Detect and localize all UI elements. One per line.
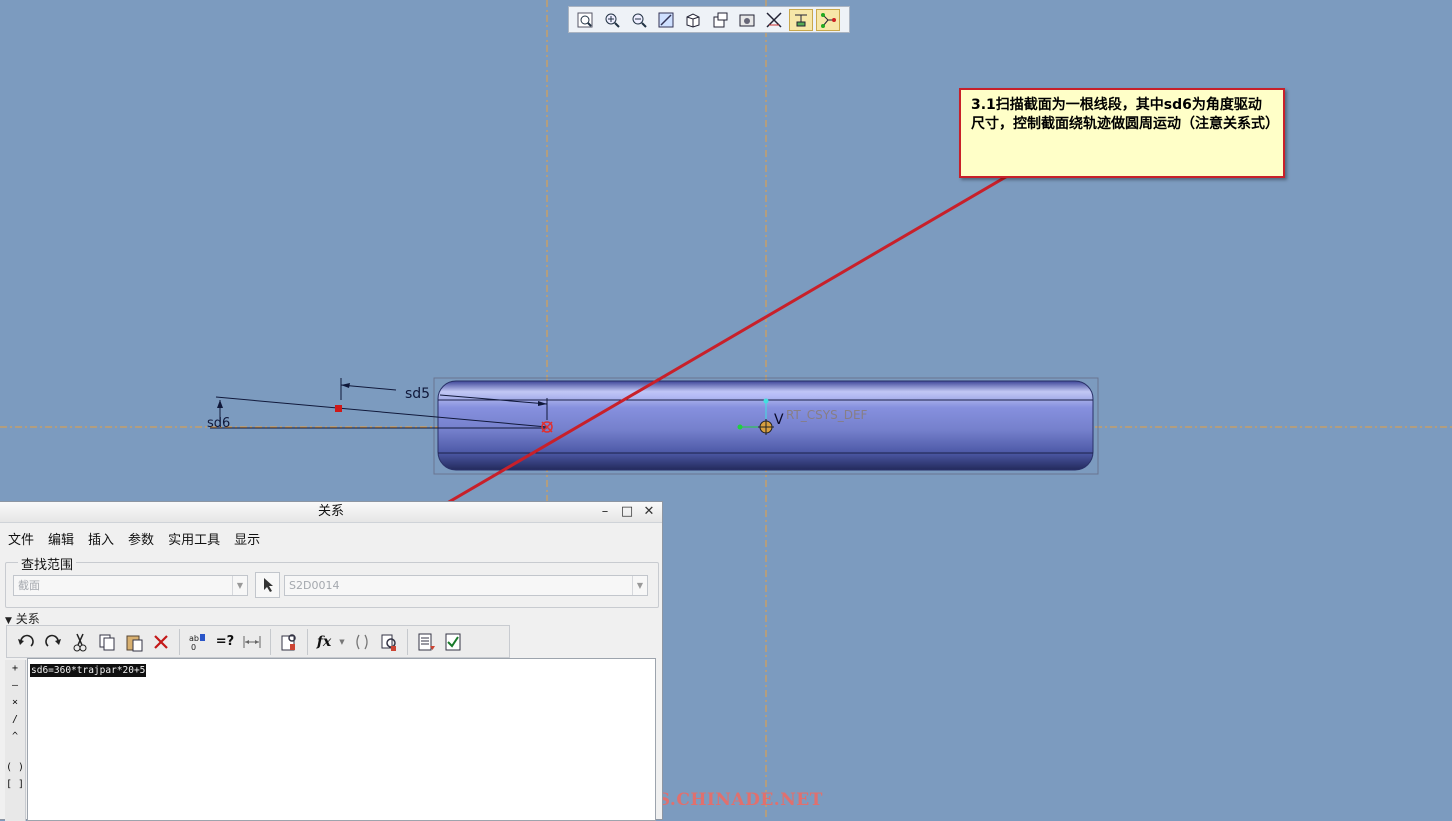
scope-type-select[interactable]: 截面 ▼ (13, 575, 248, 596)
select-object-button[interactable] (255, 572, 280, 598)
csys-y-end (763, 398, 769, 404)
verify-label: =? (215, 634, 235, 649)
svg-text:ab: ab (189, 634, 199, 643)
zoom-in-icon[interactable] (600, 9, 624, 31)
menu-utilities[interactable]: 实用工具 (168, 529, 220, 548)
dialog-menubar: 文件 编辑 插入 参数 实用工具 显示 (0, 523, 662, 553)
operator-parentheses-button[interactable]: ( ) (6, 759, 24, 776)
toolbar-separator (270, 628, 271, 655)
menu-insert[interactable]: 插入 (88, 529, 114, 548)
toolbar-separator (307, 628, 308, 655)
view-toolbar (568, 6, 850, 33)
verify-relations-icon[interactable] (440, 629, 466, 655)
minimize-button[interactable]: – (598, 502, 612, 522)
relations-toolbar: ab 0 =? fx ▼ (6, 625, 510, 658)
paste-icon[interactable] (121, 629, 147, 655)
csys-x-end (737, 424, 743, 430)
annotation-callout: 3.1扫描截面为一根线段，其中sd6为角度驱动尺寸，控制截面绕轨迹做圆周运动（注… (959, 88, 1285, 178)
dialog-title-bar[interactable]: 关系 – □ ✕ (0, 502, 662, 523)
cut-icon[interactable] (67, 629, 93, 655)
datum-display-icon[interactable] (762, 9, 786, 31)
relations-section-label: 关系 (15, 612, 40, 626)
chevron-down-icon: ▼ (632, 576, 647, 595)
local-params-icon[interactable] (276, 629, 302, 655)
close-button[interactable]: ✕ (642, 502, 656, 522)
unit-sensitivity-icon[interactable] (239, 629, 265, 655)
chevron-down-icon[interactable]: ▼ (336, 629, 348, 655)
scope-object-select[interactable]: S2D0014 ▼ (284, 575, 648, 596)
delete-icon[interactable] (148, 629, 174, 655)
relation-line[interactable]: sd6=360*trajpar*20+5 (30, 664, 147, 677)
cursor-arrow-icon (263, 578, 273, 592)
operator-divide-button[interactable]: / (12, 711, 18, 728)
graphics-area[interactable]: sd5 sd6 V RT_CSYS_DEF 3.1扫描截面为一根线段，其中sd6… (0, 0, 1452, 821)
parentheses-icon[interactable] (349, 629, 375, 655)
scope-object-value: S2D0014 (289, 579, 340, 592)
copy-icon[interactable] (94, 629, 120, 655)
undo-icon[interactable] (13, 629, 39, 655)
svg-text:0: 0 (191, 643, 196, 652)
dimension-sd6[interactable]: sd6 (207, 416, 230, 431)
dialog-title: 关系 (317, 504, 344, 519)
chevron-down-icon: ▼ (232, 576, 247, 595)
relations-dialog: 关系 – □ ✕ 文件 编辑 插入 参数 实用工具 显示 查找范围 截面 ▼ S… (0, 501, 663, 821)
look-in-legend: 查找范围 (18, 554, 77, 573)
dimension-sd5[interactable]: sd5 (405, 386, 430, 402)
menu-file[interactable]: 文件 (8, 529, 34, 548)
menu-edit[interactable]: 编辑 (48, 529, 74, 548)
scope-type-value: 截面 (18, 579, 40, 592)
toolbar-separator (407, 628, 408, 655)
repaint-icon[interactable] (654, 9, 678, 31)
vertex-label: V (774, 412, 784, 428)
operator-brackets-button[interactable]: [ ] (6, 776, 24, 793)
menu-show[interactable]: 显示 (234, 529, 260, 548)
vertex-display-icon[interactable] (816, 8, 840, 31)
params-icon[interactable] (376, 629, 402, 655)
sd6-arrow (217, 400, 223, 408)
zoom-out-icon[interactable] (627, 9, 651, 31)
operator-plus-button[interactable]: + (12, 660, 18, 677)
zoom-fit-icon[interactable] (573, 9, 597, 31)
menu-parameters[interactable]: 参数 (128, 529, 154, 548)
sd5-arrow-left (341, 383, 350, 388)
verify-icon[interactable]: =? (212, 629, 238, 655)
operator-column: + – × / ^ ( ) [ ] (5, 660, 26, 821)
function-label: fx (316, 633, 332, 650)
saved-views-icon[interactable] (708, 9, 732, 31)
constraint-display-icon[interactable] (789, 8, 813, 31)
section-midpoint-handle[interactable] (335, 405, 342, 412)
callout-text: 3.1扫描截面为一根线段，其中sd6为角度驱动尺寸，控制截面绕轨迹做圆周运动（注… (971, 97, 1279, 132)
function-icon[interactable]: fx (313, 629, 335, 655)
display-style-icon[interactable] (735, 9, 759, 31)
redo-icon[interactable] (40, 629, 66, 655)
evaluate-icon[interactable]: ab 0 (185, 629, 211, 655)
operator-minus-button[interactable]: – (12, 677, 18, 694)
operator-multiply-button[interactable]: × (12, 694, 18, 711)
relations-editor[interactable]: sd6=360*trajpar*20+5 (27, 658, 656, 821)
operator-power-button[interactable]: ^ (12, 728, 18, 745)
view-orientation-icon[interactable] (681, 9, 705, 31)
sort-icon[interactable] (413, 629, 439, 655)
toolbar-separator (179, 628, 180, 655)
csys-label: RT_CSYS_DEF (786, 408, 868, 422)
maximize-button[interactable]: □ (620, 502, 634, 522)
